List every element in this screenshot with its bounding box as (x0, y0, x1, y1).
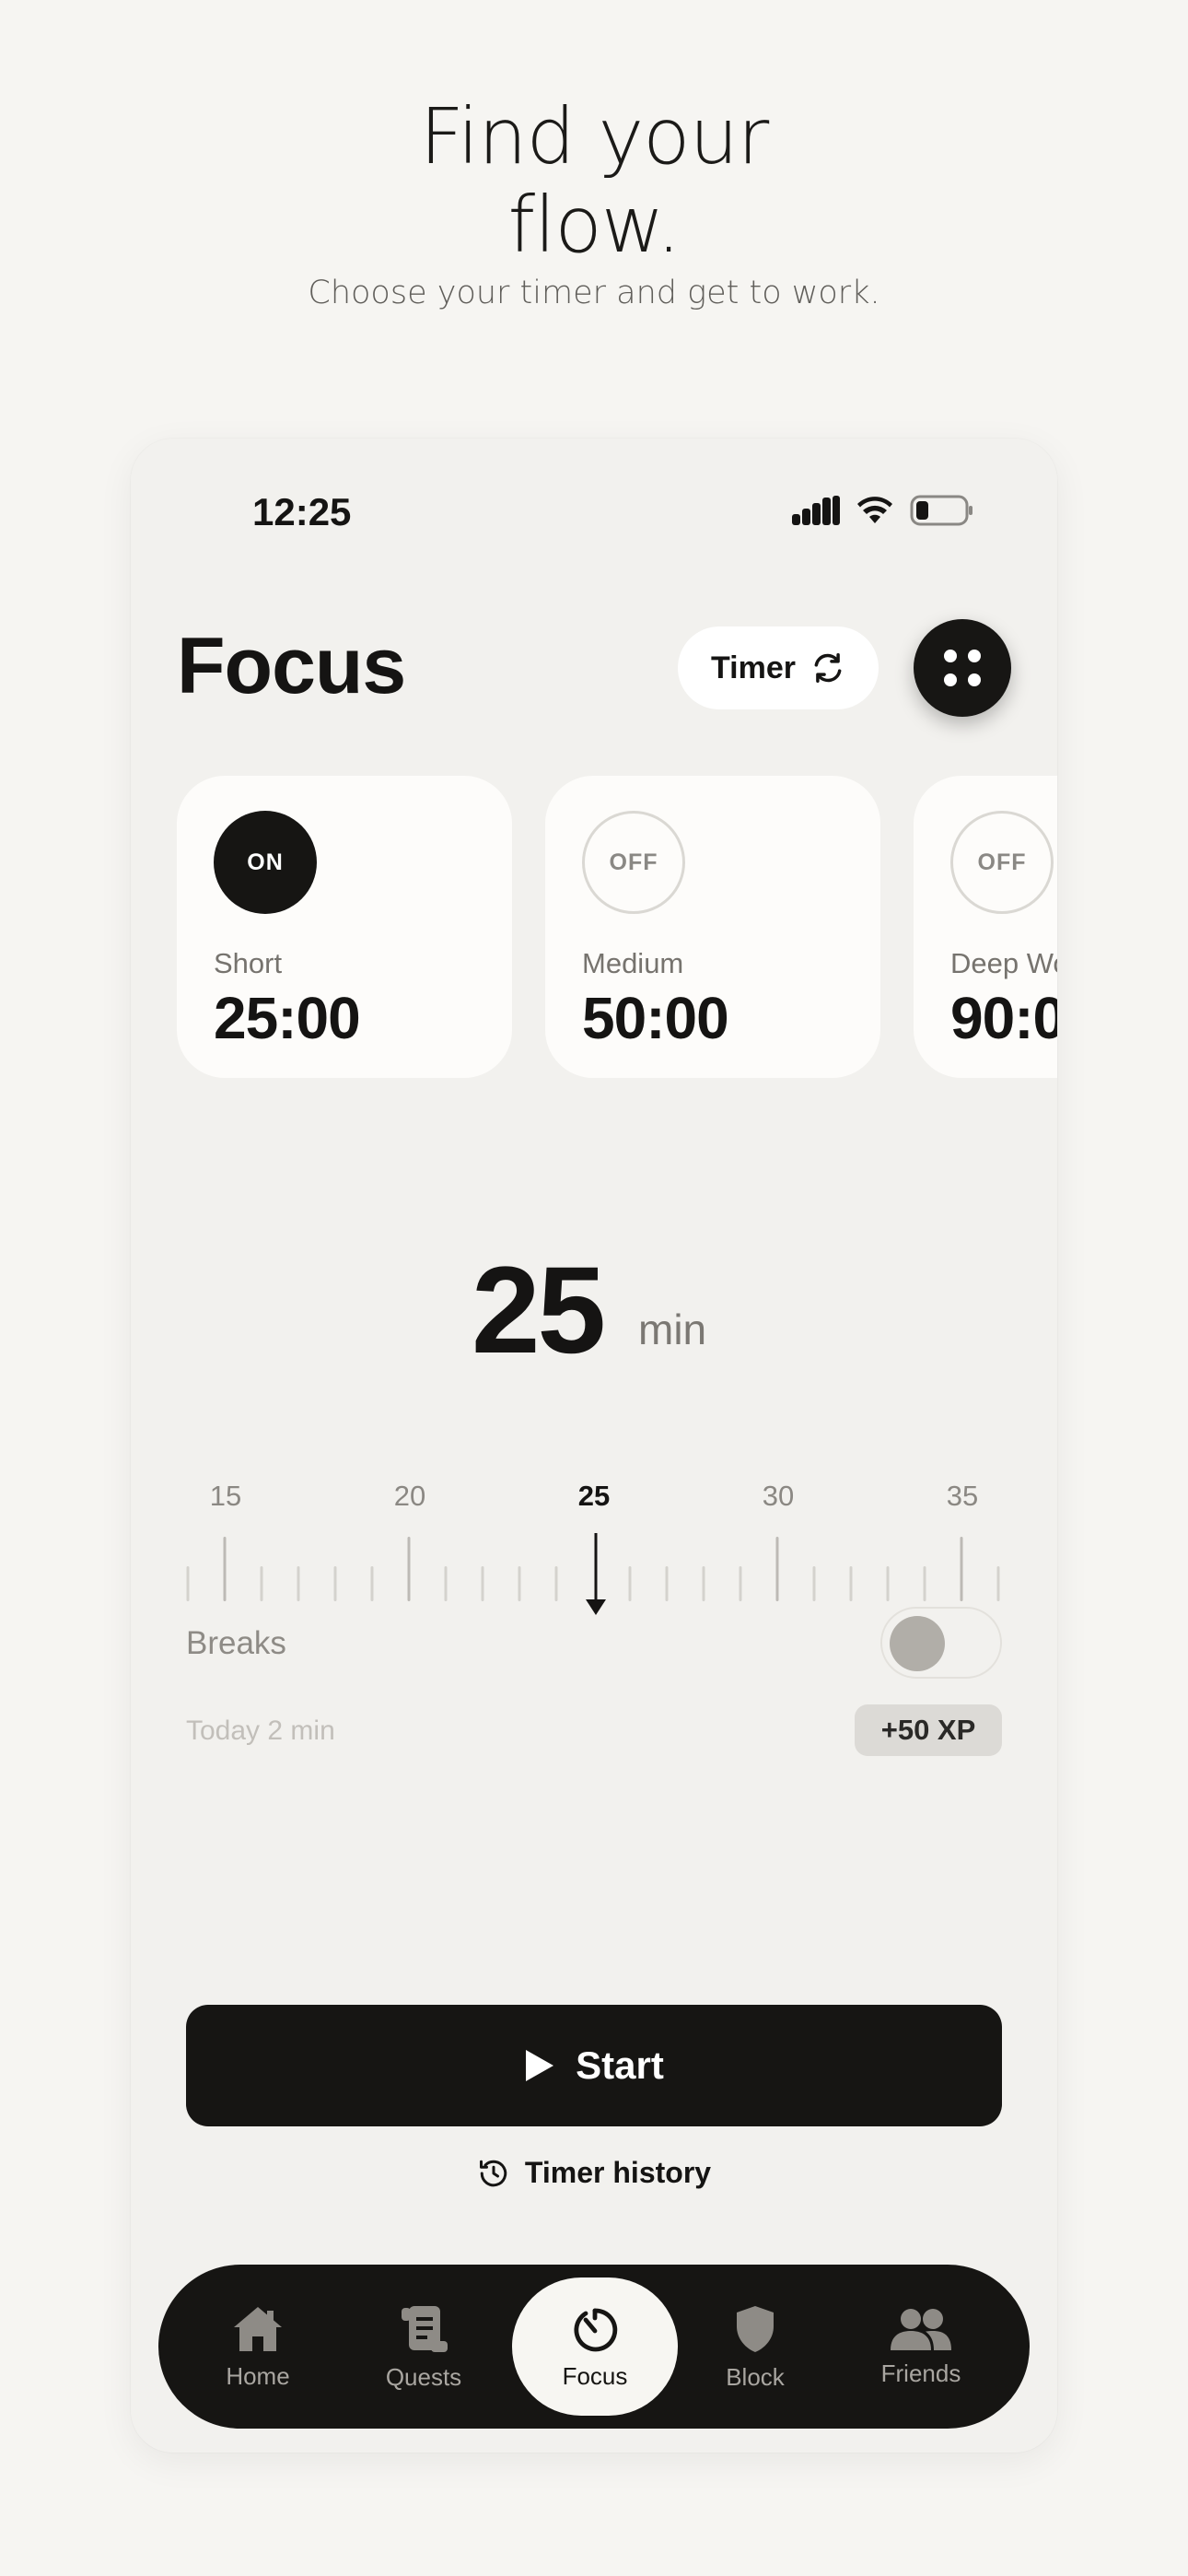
stopwatch-icon (574, 2308, 618, 2351)
status-icons (792, 494, 974, 527)
ruler-minor-tick (370, 1566, 374, 1601)
ruler-minor-tick (886, 1566, 890, 1601)
preset-name: Medium (582, 947, 684, 979)
battery-icon (910, 495, 973, 526)
ruler-minor-tick (849, 1566, 853, 1601)
ruler-minor-tick (996, 1566, 1000, 1601)
ruler-minor-tick (702, 1566, 705, 1601)
hero-title-line2: flow. (507, 180, 681, 270)
preset-card-short[interactable]: ON Short 25:00 (177, 776, 512, 1078)
tab-focus[interactable]: Focus (512, 2277, 678, 2416)
hero-title: Find your flow. (0, 92, 1188, 269)
bottom-tab-bar: Home Quests Focus Block Friends (158, 2265, 1030, 2429)
ruler-major-tick (223, 1537, 227, 1601)
timer-mode-button[interactable]: Timer (678, 626, 879, 709)
preset-status-badge[interactable]: OFF (950, 811, 1054, 914)
ruler-label: 20 (393, 1480, 426, 1512)
ruler-label: 30 (762, 1480, 795, 1512)
preset-time: 90:00 (950, 985, 1057, 1051)
ruler-minor-tick (186, 1566, 190, 1601)
start-label: Start (576, 2043, 664, 2087)
ruler-minor-tick (628, 1566, 632, 1601)
page-title: Focus (177, 622, 406, 710)
ruler-label: 15 (209, 1480, 242, 1512)
tab-label: Block (726, 2362, 785, 2391)
refresh-icon (814, 653, 842, 683)
preset-name: Deep Work (950, 947, 1057, 979)
ruler-minor-tick (665, 1566, 669, 1601)
ruler-minor-tick (812, 1566, 816, 1601)
ruler-pointer-icon (586, 1533, 606, 1615)
ruler-minor-tick (739, 1566, 742, 1601)
ruler-major-tick (407, 1537, 411, 1601)
tab-label: Quests (385, 2362, 462, 2391)
ruler-minor-tick (444, 1566, 448, 1601)
friends-icon (891, 2308, 951, 2350)
start-button[interactable]: Start (186, 2005, 1002, 2126)
preset-carousel[interactable]: ON Short 25:00 OFF Medium 50:00 OFF Deep… (177, 776, 1057, 1080)
tab-friends[interactable]: Friends (838, 2265, 1004, 2429)
tab-home[interactable]: Home (175, 2265, 341, 2429)
tab-label: Home (226, 2361, 290, 2390)
xp-badge: +50 XP (855, 1704, 1002, 1756)
status-time: 12:25 (252, 490, 352, 533)
ruler-major-tick (960, 1537, 963, 1601)
toggle-knob (890, 1616, 945, 1671)
preset-status-badge[interactable]: OFF (582, 811, 685, 914)
today-total: Today 2 min (186, 1715, 335, 1746)
ruler-minor-tick (554, 1566, 558, 1601)
preset-card-deep-work[interactable]: OFF Deep Work 90:00 (914, 776, 1057, 1078)
ruler-major-tick (775, 1537, 779, 1601)
hero-subtitle: Choose your timer and get to work. (308, 275, 880, 311)
ruler-label: 25 (577, 1480, 611, 1512)
ruler-minor-tick (297, 1566, 300, 1601)
ruler-minor-tick (333, 1566, 337, 1601)
tab-label: Friends (880, 2359, 961, 2387)
timer-mode-label: Timer (711, 650, 796, 685)
duration-ruler-slider[interactable]: 15 20 25 30 35 (186, 1480, 1006, 1627)
preset-name: Short (214, 947, 283, 979)
ruler-minor-tick (518, 1566, 521, 1601)
ruler-minor-tick (260, 1566, 263, 1601)
preset-time: 50:00 (582, 985, 729, 1051)
tab-label: Focus (562, 2361, 628, 2390)
hero-title-line1: Find your (419, 91, 770, 181)
cellular-signal-icon (792, 496, 840, 525)
tab-block[interactable]: Block (672, 2265, 838, 2429)
history-icon (479, 2160, 507, 2186)
breaks-label: Breaks (186, 1625, 286, 1661)
duration-unit: min (638, 1306, 707, 1353)
duration-value: 25 (472, 1242, 606, 1379)
grid-dots-icon[interactable] (914, 619, 1011, 717)
preset-status-badge[interactable]: ON (214, 811, 317, 914)
ruler-minor-tick (923, 1566, 926, 1601)
tab-quests[interactable]: Quests (341, 2265, 507, 2429)
ruler-label: 35 (946, 1480, 979, 1512)
phone-screen: 12:25 Focus Timer ON Short 25:00 OFF Med… (131, 439, 1057, 2453)
ruler-minor-tick (481, 1566, 484, 1601)
play-icon (526, 2050, 554, 2081)
breaks-toggle[interactable] (880, 1607, 1002, 1679)
timer-history-label: Timer history (524, 2156, 712, 2189)
preset-card-medium[interactable]: OFF Medium 50:00 (545, 776, 880, 1078)
preset-time: 25:00 (214, 985, 361, 1051)
home-icon (234, 2306, 282, 2351)
wifi-icon (857, 497, 892, 523)
timer-history-link[interactable]: Timer history (131, 2156, 1057, 2190)
scroll-icon (402, 2305, 448, 2352)
shield-icon (737, 2305, 774, 2352)
